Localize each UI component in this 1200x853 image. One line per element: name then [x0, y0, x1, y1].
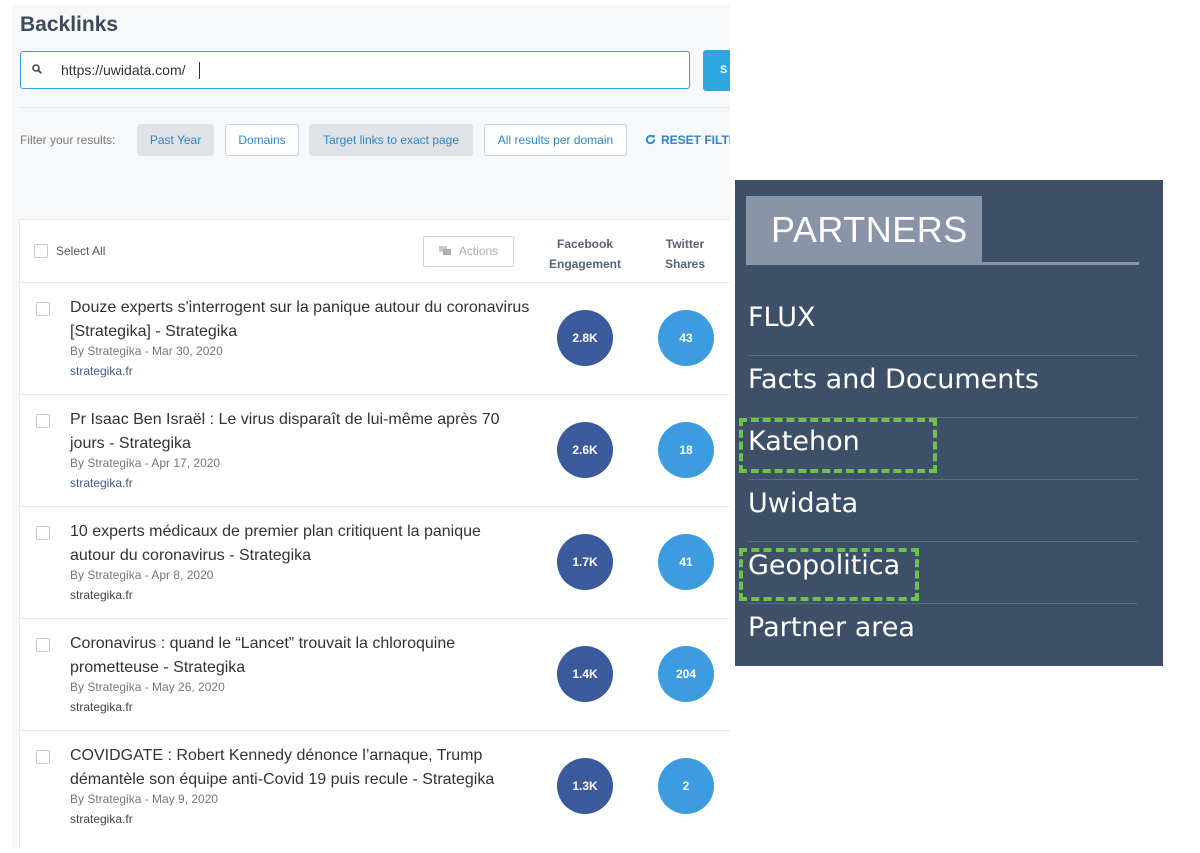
- search-input[interactable]: [61, 52, 661, 88]
- row-checkbox[interactable]: [36, 302, 50, 316]
- page-title: Backlinks: [20, 13, 119, 36]
- facebook-engagement-badge: 1.4K: [557, 646, 613, 702]
- comments-icon: [438, 246, 451, 255]
- partner-label: Partner area: [748, 612, 915, 643]
- partners-panel: PARTNERS FLUX Facts and Documents Kateho…: [735, 180, 1163, 666]
- search-box[interactable]: [20, 51, 690, 89]
- facebook-header-line2: Engagement: [548, 257, 621, 271]
- row-domain-link[interactable]: strategika.fr: [70, 812, 133, 826]
- filter-domains-button[interactable]: Domains: [225, 124, 299, 156]
- partner-label: FLUX: [748, 302, 816, 333]
- partners-tab-underline: [746, 262, 1139, 265]
- actions-label: Actions: [458, 244, 499, 258]
- header-divider: [20, 107, 730, 108]
- row-title-link[interactable]: COVIDGATE : Robert Kennedy dénonce l’arn…: [70, 744, 530, 792]
- partner-label: Uwidata: [748, 488, 859, 519]
- search-button[interactable]: S: [703, 50, 730, 91]
- row-title-link[interactable]: Coronavirus : quand le “Lancet” trouvait…: [70, 632, 530, 680]
- row-domain-link[interactable]: strategika.fr: [70, 364, 133, 378]
- table-row: Douze experts s'interrogent sur la paniq…: [20, 283, 730, 395]
- row-title-link[interactable]: Pr Isaac Ben Israël : Le virus disparaît…: [70, 408, 530, 456]
- partners-title: PARTNERS: [771, 209, 968, 250]
- twitter-shares-header[interactable]: Twitter Shares: [650, 234, 720, 274]
- partners-tab: PARTNERS: [746, 196, 982, 264]
- twitter-shares-badge: 41: [658, 534, 714, 590]
- filter-exact-page-button[interactable]: Target links to exact page: [309, 124, 473, 156]
- table-row: Pr Isaac Ben Israël : Le virus disparaît…: [20, 395, 730, 507]
- actions-button[interactable]: Actions: [423, 236, 514, 267]
- partner-link-partner-area[interactable]: Partner area: [748, 604, 1138, 666]
- facebook-engagement-badge: 1.7K: [557, 534, 613, 590]
- partner-link-facts-and-documents[interactable]: Facts and Documents: [748, 356, 1138, 418]
- select-all-checkbox[interactable]: [34, 244, 48, 258]
- row-meta: By Strategika - May 26, 2020: [70, 680, 225, 694]
- refresh-icon: [645, 134, 656, 145]
- twitter-header-line1: Twitter: [665, 237, 705, 251]
- row-meta: By Strategika - Apr 17, 2020: [70, 456, 221, 470]
- twitter-shares-badge: 2: [658, 758, 714, 814]
- row-checkbox[interactable]: [36, 750, 50, 764]
- row-title-link[interactable]: Douze experts s'interrogent sur la paniq…: [70, 296, 530, 344]
- row-title-link[interactable]: 10 experts médicaux de premier plan crit…: [70, 520, 530, 568]
- facebook-engagement-badge: 2.6K: [557, 422, 613, 478]
- table-row: Coronavirus : quand le “Lancet” trouvait…: [20, 619, 730, 731]
- row-domain-link[interactable]: strategika.fr: [70, 476, 133, 490]
- facebook-engagement-badge: 1.3K: [557, 758, 613, 814]
- row-checkbox[interactable]: [36, 526, 50, 540]
- twitter-header-line2: Shares: [664, 257, 706, 271]
- facebook-engagement-badge: 2.8K: [557, 310, 613, 366]
- row-meta: By Strategika - Mar 30, 2020: [70, 344, 223, 358]
- highlight-box-geopolitica: [739, 548, 919, 601]
- backlinks-panel: Backlinks S Filter your results: Past Ye…: [12, 5, 730, 848]
- row-meta: By Strategika - Apr 8, 2020: [70, 568, 214, 582]
- text-cursor: [199, 62, 200, 79]
- twitter-shares-badge: 204: [658, 646, 714, 702]
- table-row: COVIDGATE : Robert Kennedy dénonce l’arn…: [20, 731, 730, 843]
- facebook-engagement-header[interactable]: Facebook Engagement: [545, 234, 625, 274]
- reset-filters-link[interactable]: RESET FILTE: [645, 133, 730, 147]
- partner-link-uwidata[interactable]: Uwidata: [748, 480, 1138, 542]
- search-icon: [32, 64, 42, 74]
- facebook-header-line1: Facebook: [556, 237, 613, 251]
- results-table: Select All Actions Facebook Engagement T…: [19, 219, 730, 848]
- filter-label: Filter your results:: [20, 133, 116, 147]
- partner-link-flux[interactable]: FLUX: [748, 294, 1138, 356]
- row-domain-link[interactable]: strategika.fr: [70, 700, 133, 714]
- filter-past-year-button[interactable]: Past Year: [137, 124, 214, 156]
- filter-all-results-button[interactable]: All results per domain: [484, 124, 627, 156]
- row-checkbox[interactable]: [36, 414, 50, 428]
- select-all-label: Select All: [56, 244, 106, 258]
- partner-label: Facts and Documents: [748, 364, 1040, 395]
- highlight-box-katehon: [739, 418, 937, 473]
- row-checkbox[interactable]: [36, 638, 50, 652]
- row-meta: By Strategika - May 9, 2020: [70, 792, 219, 806]
- table-row: 10 experts médicaux de premier plan crit…: [20, 507, 730, 619]
- reset-filters-label: RESET FILTE: [661, 133, 730, 147]
- twitter-shares-badge: 43: [658, 310, 714, 366]
- row-domain-link[interactable]: strategika.fr: [70, 588, 133, 602]
- twitter-shares-badge: 18: [658, 422, 714, 478]
